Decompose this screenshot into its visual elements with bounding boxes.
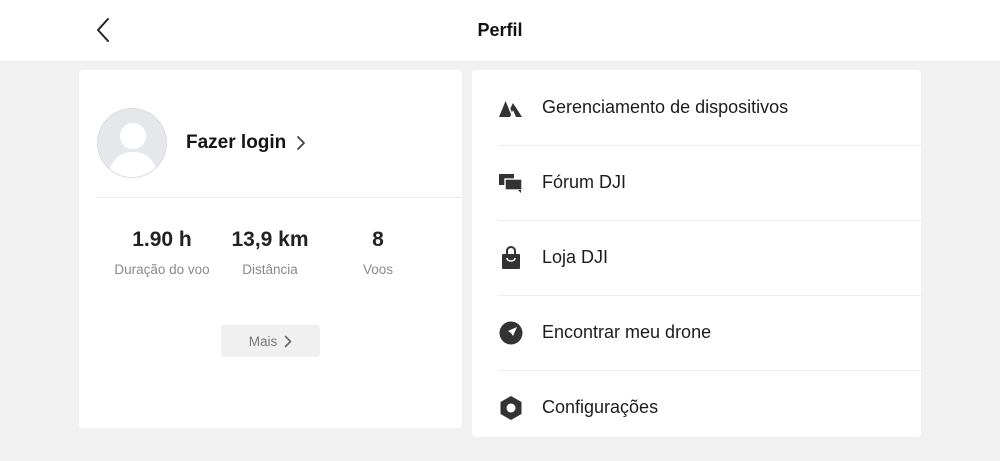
- devices-icon: [499, 99, 522, 117]
- flight-stats: 1.90 h Duração do voo 13,9 km Distância …: [97, 222, 437, 292]
- more-button[interactable]: Mais: [221, 325, 320, 357]
- page-title: Perfil: [477, 20, 523, 40]
- menu-item-store[interactable]: Loja DJI: [498, 220, 921, 295]
- settings-icon: [500, 395, 522, 420]
- profile-card: Fazer login 1.90 h Duração do voo 13,9 k…: [79, 70, 462, 428]
- divider: [97, 197, 462, 198]
- stat-flights: 8 Voos: [313, 222, 443, 277]
- menu-item-forum[interactable]: Fórum DJI: [498, 145, 921, 220]
- login-label[interactable]: Fazer login: [186, 132, 286, 154]
- menu-item-settings[interactable]: Configurações: [498, 370, 921, 445]
- login-row[interactable]: Fazer login: [97, 108, 437, 178]
- menu-item-label: Fórum DJI: [542, 172, 627, 192]
- more-label: Mais: [248, 333, 278, 349]
- menu-item-find-drone[interactable]: Encontrar meu drone: [498, 295, 921, 370]
- stat-label: Voos: [362, 262, 394, 277]
- menu-card: Gerenciamento de dispositivos Fórum DJI …: [472, 70, 921, 437]
- forum-icon: [499, 173, 523, 193]
- find-drone-icon: [499, 321, 523, 344]
- chevron-right-icon: [284, 335, 292, 347]
- shopping-bag-icon: [502, 245, 520, 269]
- menu-item-label: Configurações: [542, 397, 659, 417]
- avatar: [97, 108, 167, 178]
- menu-item-device-management[interactable]: Gerenciamento de dispositivos: [498, 70, 921, 145]
- menu-item-label: Gerenciamento de dispositivos: [542, 97, 789, 117]
- user-silhouette-icon: [108, 123, 158, 177]
- menu-item-label: Encontrar meu drone: [542, 322, 712, 342]
- stat-value: 8: [372, 228, 384, 251]
- chevron-right-icon: [297, 136, 306, 150]
- menu-item-label: Loja DJI: [542, 247, 609, 267]
- top-bar: Perfil: [0, 0, 1000, 61]
